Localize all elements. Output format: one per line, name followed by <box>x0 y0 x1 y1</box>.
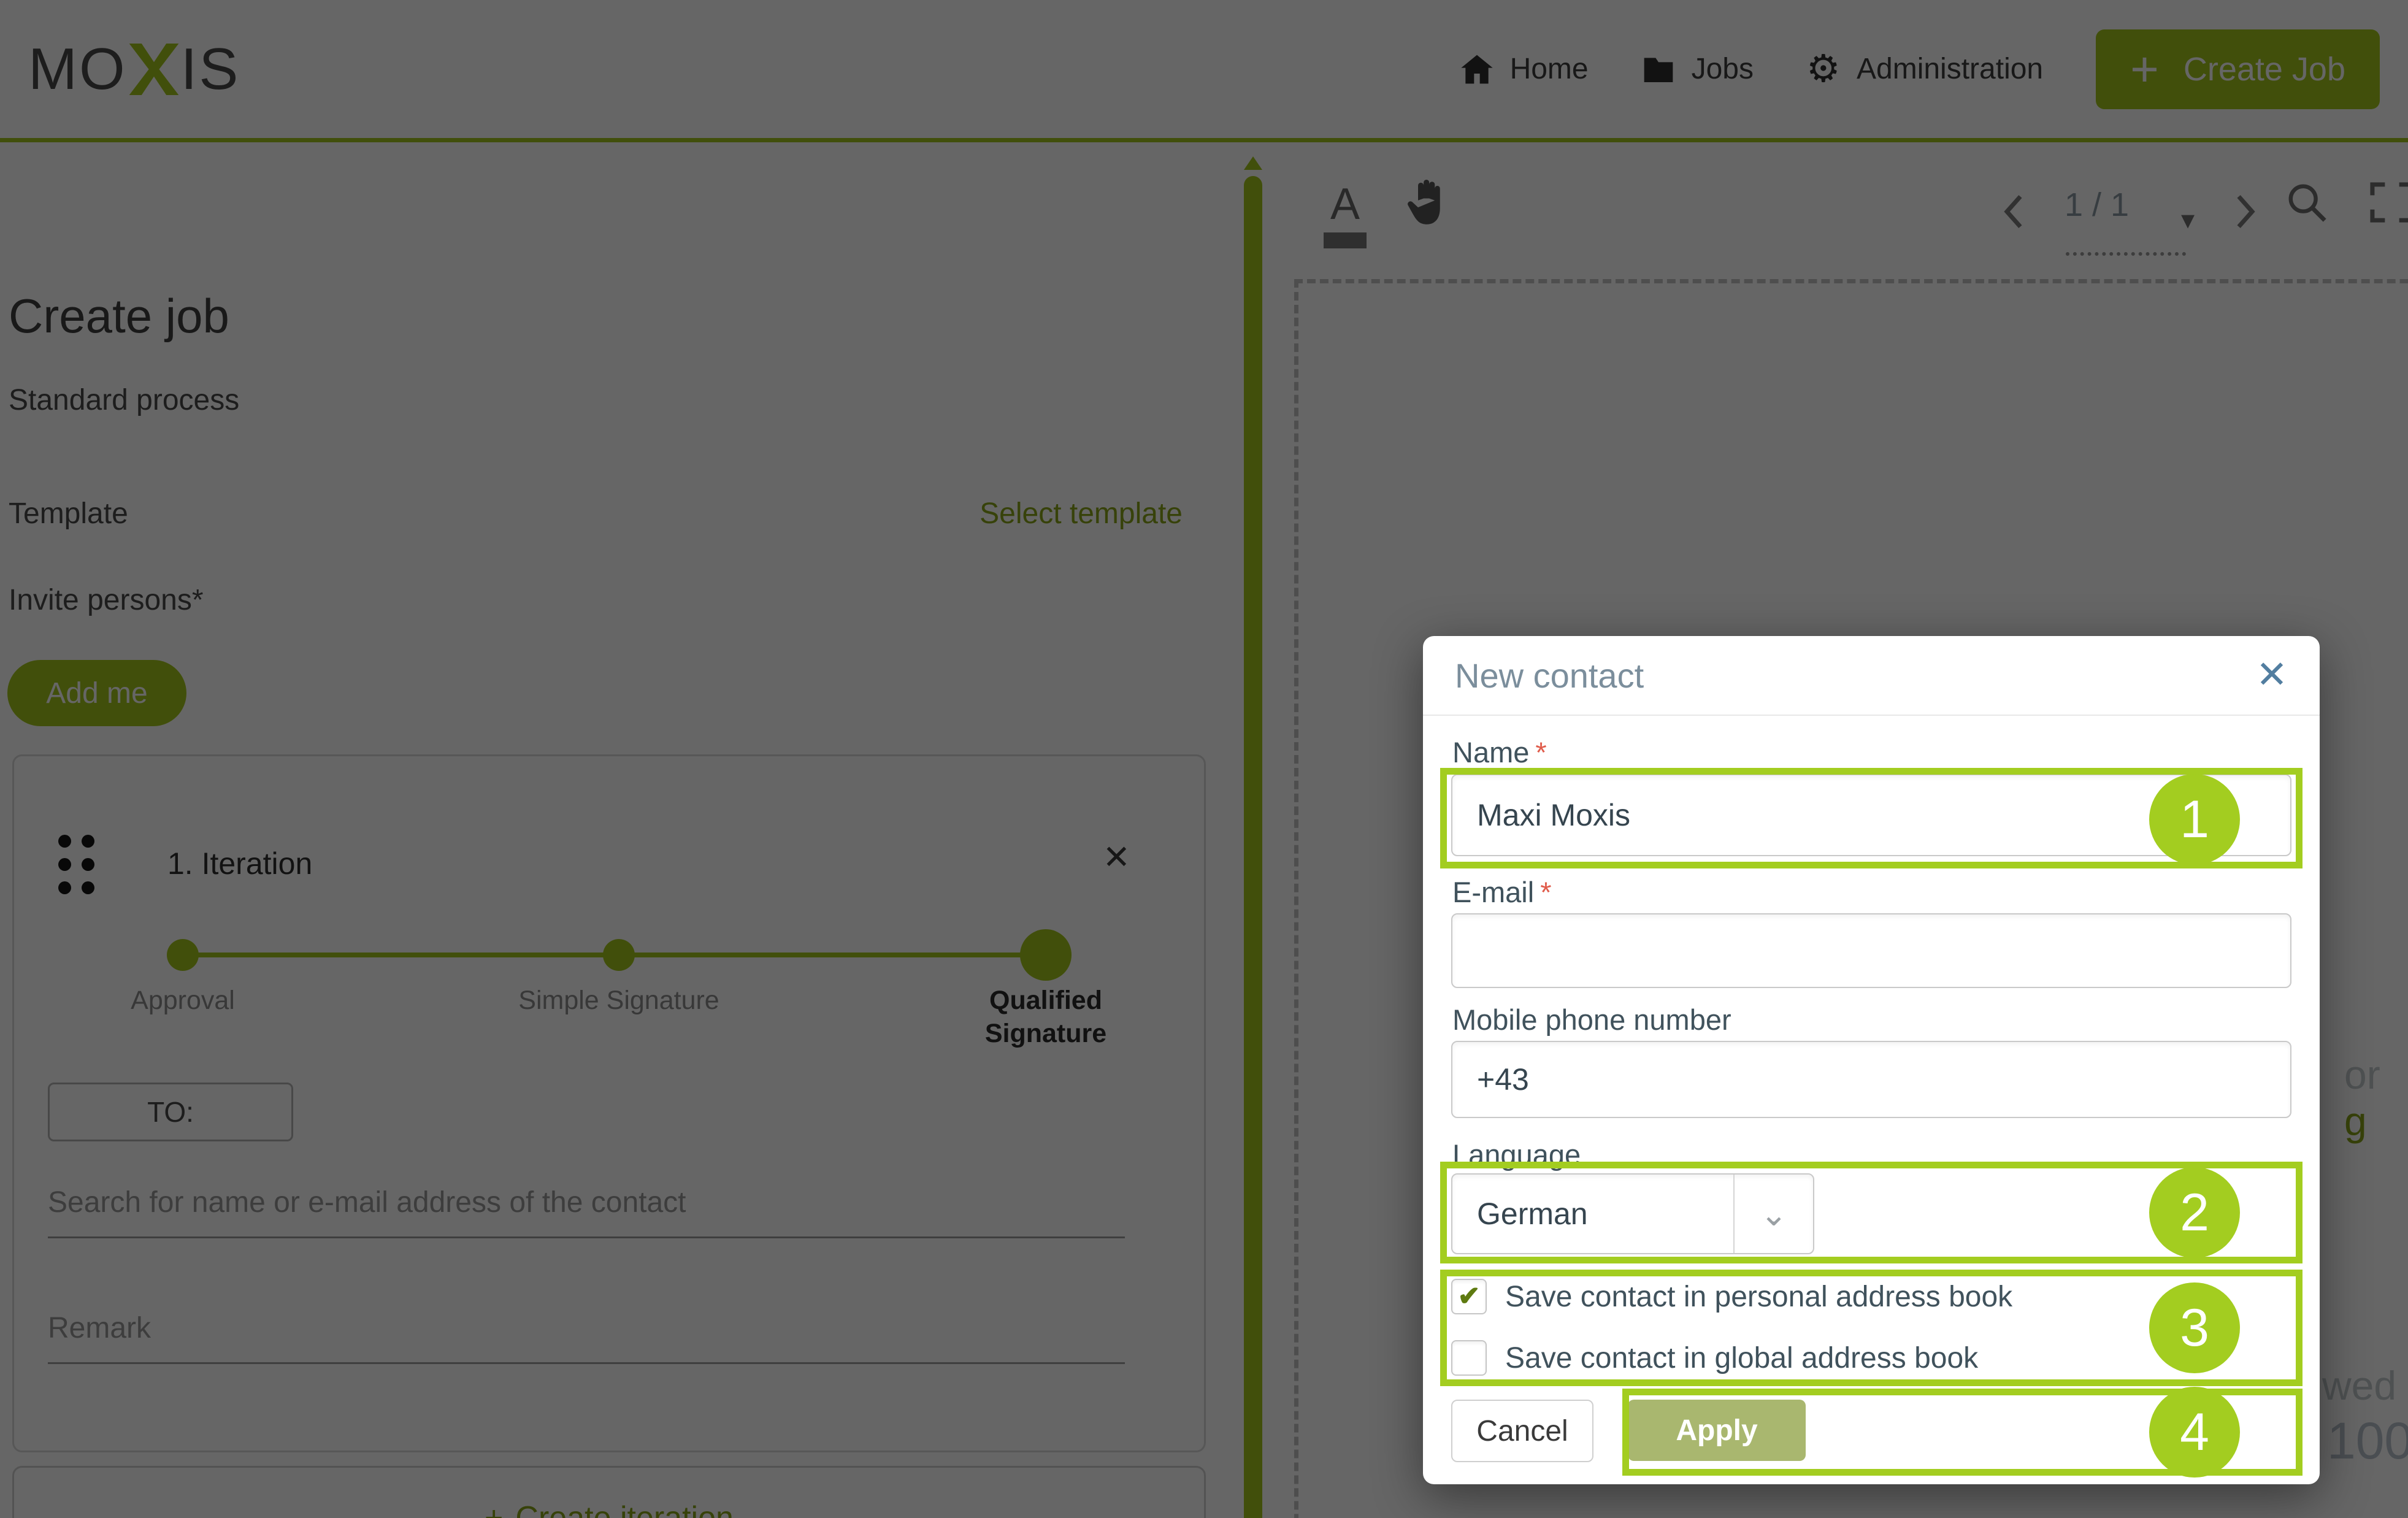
checkbox-label: Save contact in personal address book <box>1505 1280 2013 1313</box>
modal-title: New contact <box>1455 656 1644 695</box>
required-marker: * <box>1540 876 1552 908</box>
cancel-button[interactable]: Cancel <box>1451 1400 1593 1462</box>
apply-button[interactable]: Apply <box>1628 1400 1806 1461</box>
required-marker: * <box>1535 736 1547 769</box>
modal-header: New contact ✕ <box>1423 636 2320 716</box>
personal-address-book-checkbox[interactable]: ✔ <box>1451 1279 1487 1314</box>
language-label: Language <box>1452 1138 1581 1171</box>
email-label: E-mail * <box>1452 876 1552 908</box>
language-selected-value: German <box>1477 1197 1588 1231</box>
check-icon: ✔ <box>1457 1281 1481 1311</box>
chevron-down-icon: ⌄ <box>1733 1175 1813 1253</box>
global-address-book-checkbox[interactable]: ✔ <box>1451 1340 1487 1376</box>
personal-address-book-row: ✔ Save contact in personal address book <box>1451 1279 2012 1314</box>
modal-actions: Cancel Apply <box>1451 1400 1806 1462</box>
email-field[interactable] <box>1451 913 2291 988</box>
checkbox-label: Save contact in global address book <box>1505 1341 1979 1374</box>
new-contact-modal: New contact ✕ Name* E-mail* Mobile phone… <box>1423 636 2320 1484</box>
mobile-label: Mobile phone number <box>1452 1003 1731 1036</box>
name-label: Name * <box>1452 736 1547 769</box>
mobile-phone-field[interactable] <box>1451 1041 2291 1118</box>
language-select[interactable]: German ⌄ <box>1451 1173 1814 1254</box>
close-icon[interactable]: ✕ <box>2256 656 2288 694</box>
global-address-book-row: ✔ Save contact in global address book <box>1451 1340 1978 1376</box>
name-field[interactable] <box>1451 774 2291 856</box>
